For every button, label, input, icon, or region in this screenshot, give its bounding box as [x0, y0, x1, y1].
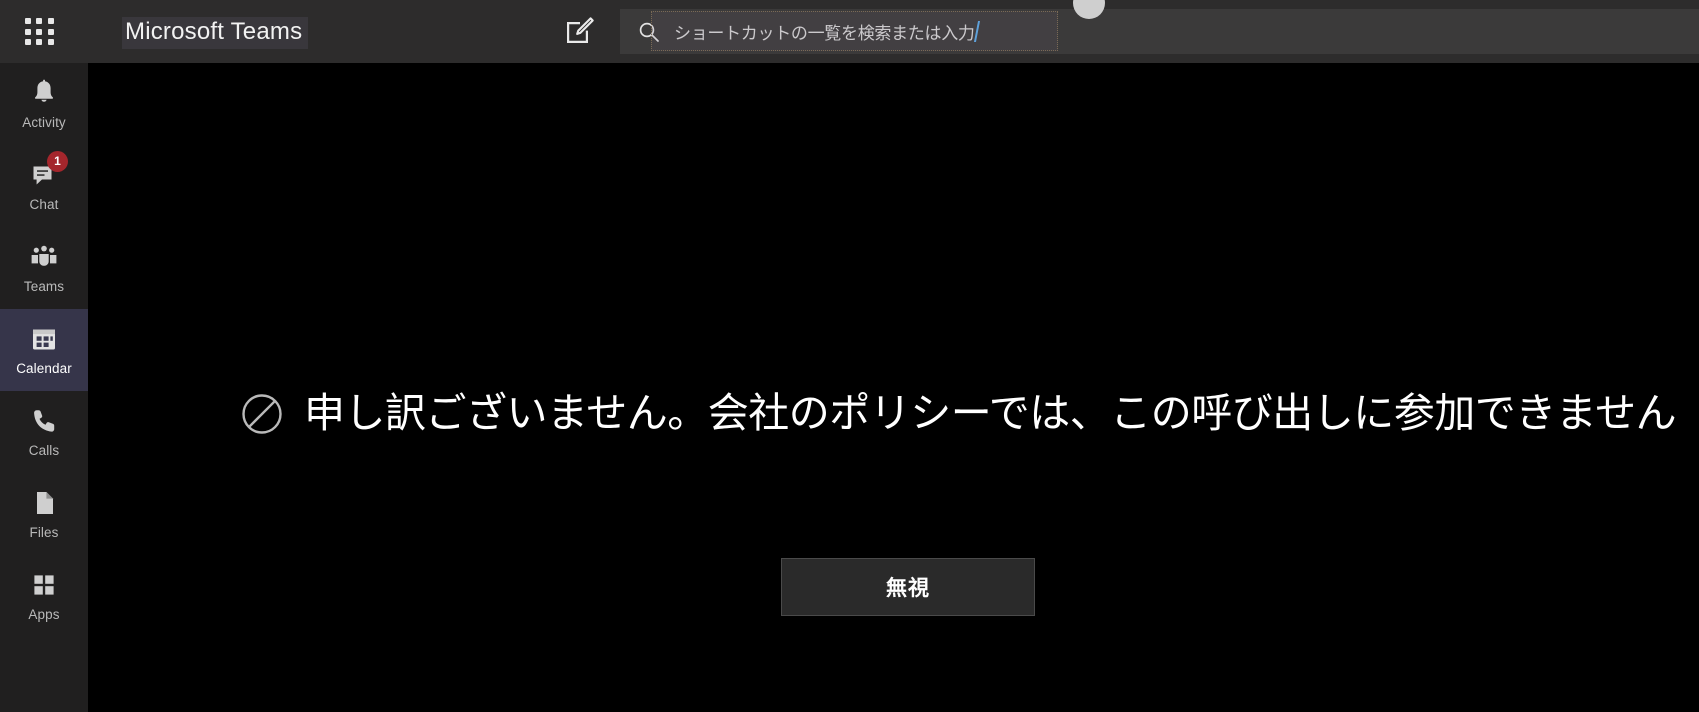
sidebar-item-label: Calendar: [16, 361, 72, 376]
prohibition-icon: [240, 392, 284, 436]
sidebar-item-label: Chat: [29, 197, 59, 212]
policy-block-text: 申し訳ございません。会社のポリシーでは、この呼び出しに参加できません: [304, 390, 1677, 436]
teams-window: Microsoft Teams ショートカットの一覧を検索または入力 Activ…: [0, 0, 1699, 712]
sidebar-item-label: Files: [29, 525, 59, 540]
main-content: 申し訳ございません。会社のポリシーでは、この呼び出しに参加できません 無視: [88, 63, 1699, 712]
apps-grid-icon: [29, 570, 59, 600]
sidebar-item-label: Apps: [28, 607, 60, 622]
page-title: Microsoft Teams: [122, 17, 309, 49]
ignore-button[interactable]: 無視: [781, 558, 1035, 616]
file-icon: [29, 488, 59, 518]
sidebar-item-chat[interactable]: 1 Chat: [0, 145, 88, 227]
sidebar-item-teams[interactable]: Teams: [0, 227, 88, 309]
policy-block-message: 申し訳ございません。会社のポリシーでは、この呼び出しに参加できません: [240, 390, 1677, 436]
sidebar-item-activity[interactable]: Activity: [0, 63, 88, 145]
chat-unread-badge: 1: [47, 151, 68, 172]
phone-icon: [29, 406, 59, 436]
search-icon: [638, 21, 660, 43]
sidebar-item-files[interactable]: Files: [0, 473, 88, 555]
search-input[interactable]: ショートカットの一覧を検索または入力: [620, 9, 1699, 54]
sidebar-item-calendar[interactable]: Calendar: [0, 309, 88, 391]
sidebar-item-label: Teams: [23, 279, 65, 294]
chat-icon: 1: [29, 151, 68, 190]
bell-icon: [29, 78, 59, 108]
app-rail: Activity 1 Chat Teams Calendar Calls Fil…: [0, 63, 88, 712]
sidebar-item-label: Activity: [22, 115, 66, 130]
sidebar-item-calls[interactable]: Calls: [0, 391, 88, 473]
compose-icon[interactable]: [563, 14, 595, 46]
app-launcher-icon[interactable]: [22, 15, 58, 49]
sidebar-item-label: Calls: [28, 443, 60, 458]
calendar-icon: [29, 324, 59, 354]
teams-icon: [29, 242, 59, 272]
sidebar-item-apps[interactable]: Apps: [0, 555, 88, 637]
title-bar: Microsoft Teams ショートカットの一覧を検索または入力: [0, 0, 1699, 63]
search-placeholder: ショートカットの一覧を検索または入力: [674, 24, 975, 43]
